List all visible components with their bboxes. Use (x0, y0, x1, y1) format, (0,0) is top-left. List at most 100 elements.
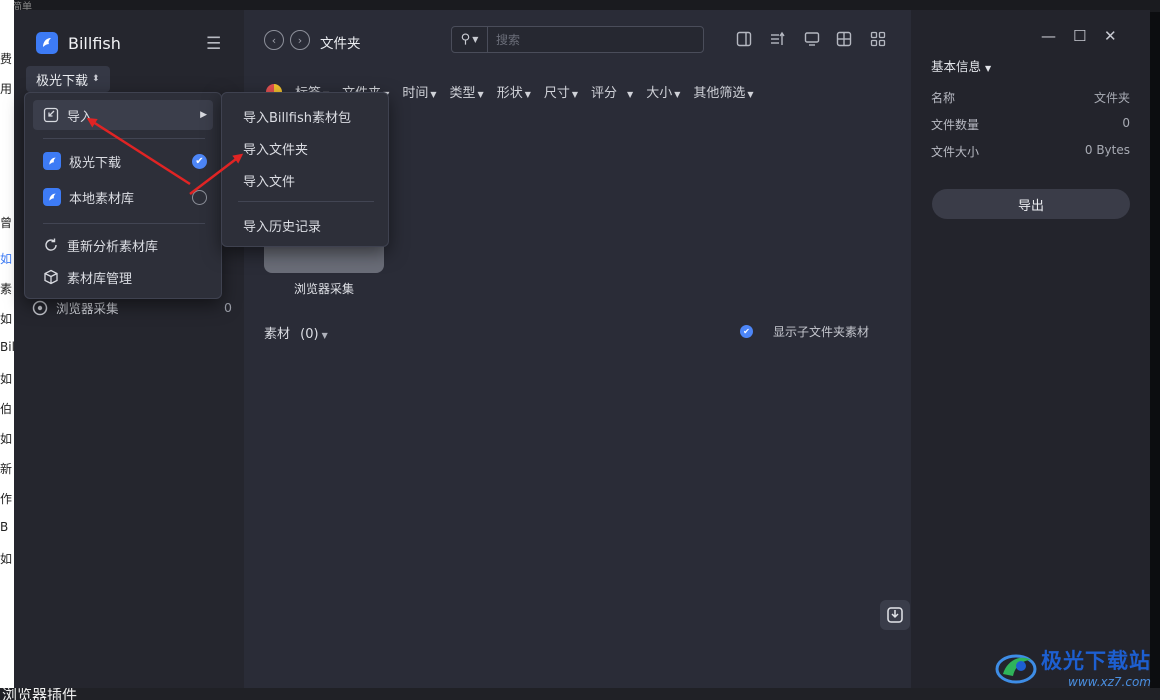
sort-icon[interactable] (768, 29, 788, 49)
search-type-dropdown[interactable]: ⚲ ▼ (452, 27, 488, 52)
filter-label: 其他筛选 (693, 86, 746, 101)
filter-shape[interactable]: 形状 ▼ (497, 82, 531, 101)
filter-label: 形状 (496, 86, 523, 101)
filter-label: 时间 (402, 86, 429, 101)
library-logo-icon (43, 188, 61, 206)
caret-down-icon: ▼ (321, 331, 328, 340)
background-fragment: B (0, 520, 9, 534)
menu-item-reanalyze[interactable]: 重新分析素材库 (33, 230, 213, 260)
background-fragment: 用 (0, 82, 13, 96)
preview-mode-icon[interactable] (802, 29, 822, 49)
folder-thumbnail[interactable] (264, 246, 384, 273)
watermark-logo-icon (995, 654, 1037, 684)
background-fragment: Bill (0, 340, 14, 354)
inspector-title[interactable]: 基本信息 ▼ (931, 56, 991, 75)
import-submenu: 导入Billfish素材包 导入文件夹 导入文件 导入历史记录 (221, 92, 389, 247)
filter-label: 评分 (591, 86, 618, 101)
filter-label: 类型 (449, 86, 476, 101)
show-subfolder-label: 显示子文件夹素材 (773, 325, 870, 339)
library-selector[interactable]: 极光下载 ⬍ (26, 66, 110, 92)
filter-label: 大小 (646, 86, 673, 101)
library-selector-label: 极光下载 (36, 73, 89, 89)
background-fragment: 如 (0, 432, 13, 446)
import-icon (43, 107, 59, 123)
close-icon[interactable]: ✕ (1104, 27, 1117, 45)
background-fragment: 素 (0, 282, 13, 296)
background-fragment: 如 (0, 252, 13, 266)
export-button[interactable]: 导出 (932, 189, 1130, 219)
show-subfolder-checkbox[interactable]: ✔ 显示子文件夹素材 (740, 323, 869, 340)
forward-button[interactable]: › (290, 30, 310, 50)
filter-other[interactable]: 其他筛选 ▼ (693, 82, 753, 101)
info-row-file-size: 文件大小 0 Bytes (931, 143, 1130, 160)
checkmark-icon: ✔ (740, 325, 753, 338)
background-window-bottom (0, 688, 1160, 700)
refresh-icon (45, 238, 57, 251)
menu-item-label: 本地素材库 (69, 191, 135, 207)
sidebar-item-label: 浏览器采集 (56, 301, 119, 316)
filter-time[interactable]: 时间 ▼ (402, 82, 436, 101)
background-fragment: 作 (0, 492, 13, 506)
filter-rating[interactable]: 评分 ▼ (591, 82, 633, 101)
breadcrumb: 文件夹 (320, 36, 361, 52)
menu-item-manage-library[interactable]: 素材库管理 (33, 262, 213, 292)
grid-layout-icon[interactable] (834, 29, 854, 49)
submenu-import-folder[interactable]: 导入文件夹 (243, 139, 308, 158)
submenu-import-package[interactable]: 导入Billfish素材包 (243, 107, 351, 126)
sidebar-item-browser-collect[interactable]: 浏览器采集 0 (32, 298, 232, 317)
background-fragment: 伯 (0, 402, 13, 416)
billfish-logo-icon (36, 32, 58, 54)
cube-icon (44, 269, 58, 285)
background-fragment: 新 (0, 462, 13, 476)
chevron-right-icon: › (297, 33, 303, 47)
menu-item-label: 素材库管理 (67, 271, 133, 287)
browser-collect-icon (32, 300, 48, 315)
background-fragment: 如 (0, 372, 13, 386)
filter-label: 尺寸 (543, 86, 570, 101)
chevron-left-icon: ‹ (271, 33, 277, 47)
info-label: 名称 (931, 91, 956, 105)
submenu-import-history[interactable]: 导入历史记录 (243, 216, 321, 235)
import-icon (887, 607, 903, 623)
submenu-arrow-icon: ▶ (200, 110, 207, 120)
submenu-import-file[interactable]: 导入文件 (243, 171, 295, 190)
sort-arrows-icon: ⬍ (92, 74, 100, 84)
minimize-icon[interactable]: — (1041, 27, 1056, 45)
back-button[interactable]: ‹ (264, 30, 284, 50)
menu-item-label: 导入 (67, 109, 94, 125)
background-window-left-edge: 费 用 曾 如 素 如 Bill 如 伯 如 新 作 B 如 (0, 0, 14, 700)
app-name: Billfish (68, 34, 121, 53)
search-box: ⚲ ▼ (451, 26, 704, 53)
chevron-down-icon: ▼ (472, 35, 479, 44)
library-dropdown-menu: 导入 ▶ 极光下载 ✔ 本地素材库 重新分析素材库 素材库管理 (24, 92, 222, 299)
menu-divider (43, 223, 205, 224)
search-input[interactable] (488, 27, 703, 52)
site-watermark: 极光下载站 www.xz7.com (995, 645, 1151, 689)
menu-item-library-local[interactable]: 本地素材库 (33, 182, 213, 212)
info-label: 文件大小 (931, 145, 980, 159)
watermark-name: 极光下载站 (1041, 649, 1151, 673)
menu-item-library-jiguang[interactable]: 极光下载 ✔ (33, 146, 213, 176)
unselected-circle-icon (192, 189, 207, 205)
watermark-url: www.xz7.com (1068, 675, 1151, 689)
toggle-sidebar-icon[interactable] (734, 29, 754, 49)
sidebar-item-count: 0 (224, 300, 232, 315)
materials-count: (0) (300, 327, 319, 342)
info-row-name: 名称 文件夹 (931, 89, 1130, 106)
info-value: 0 (1122, 116, 1130, 130)
thumbnail-size-icon[interactable] (868, 29, 888, 49)
filter-type[interactable]: 类型 ▼ (450, 82, 484, 101)
hamburger-menu-icon[interactable]: ☰ (206, 34, 221, 54)
import-button[interactable] (880, 600, 910, 630)
menu-item-import[interactable]: 导入 ▶ (33, 100, 213, 130)
background-fragment: 如 (0, 312, 13, 326)
materials-header[interactable]: 素材 (0) ▼ (264, 323, 328, 342)
inspector-title-label: 基本信息 (931, 59, 982, 74)
maximize-icon[interactable]: ☐ (1073, 27, 1086, 45)
info-label: 文件数量 (931, 118, 980, 132)
menu-divider (43, 138, 205, 139)
filter-size[interactable]: 尺寸 ▼ (544, 82, 578, 101)
search-icon: ⚲ (460, 32, 471, 47)
filter-filesize[interactable]: 大小 ▼ (646, 82, 680, 101)
menu-item-label: 重新分析素材库 (67, 239, 159, 255)
